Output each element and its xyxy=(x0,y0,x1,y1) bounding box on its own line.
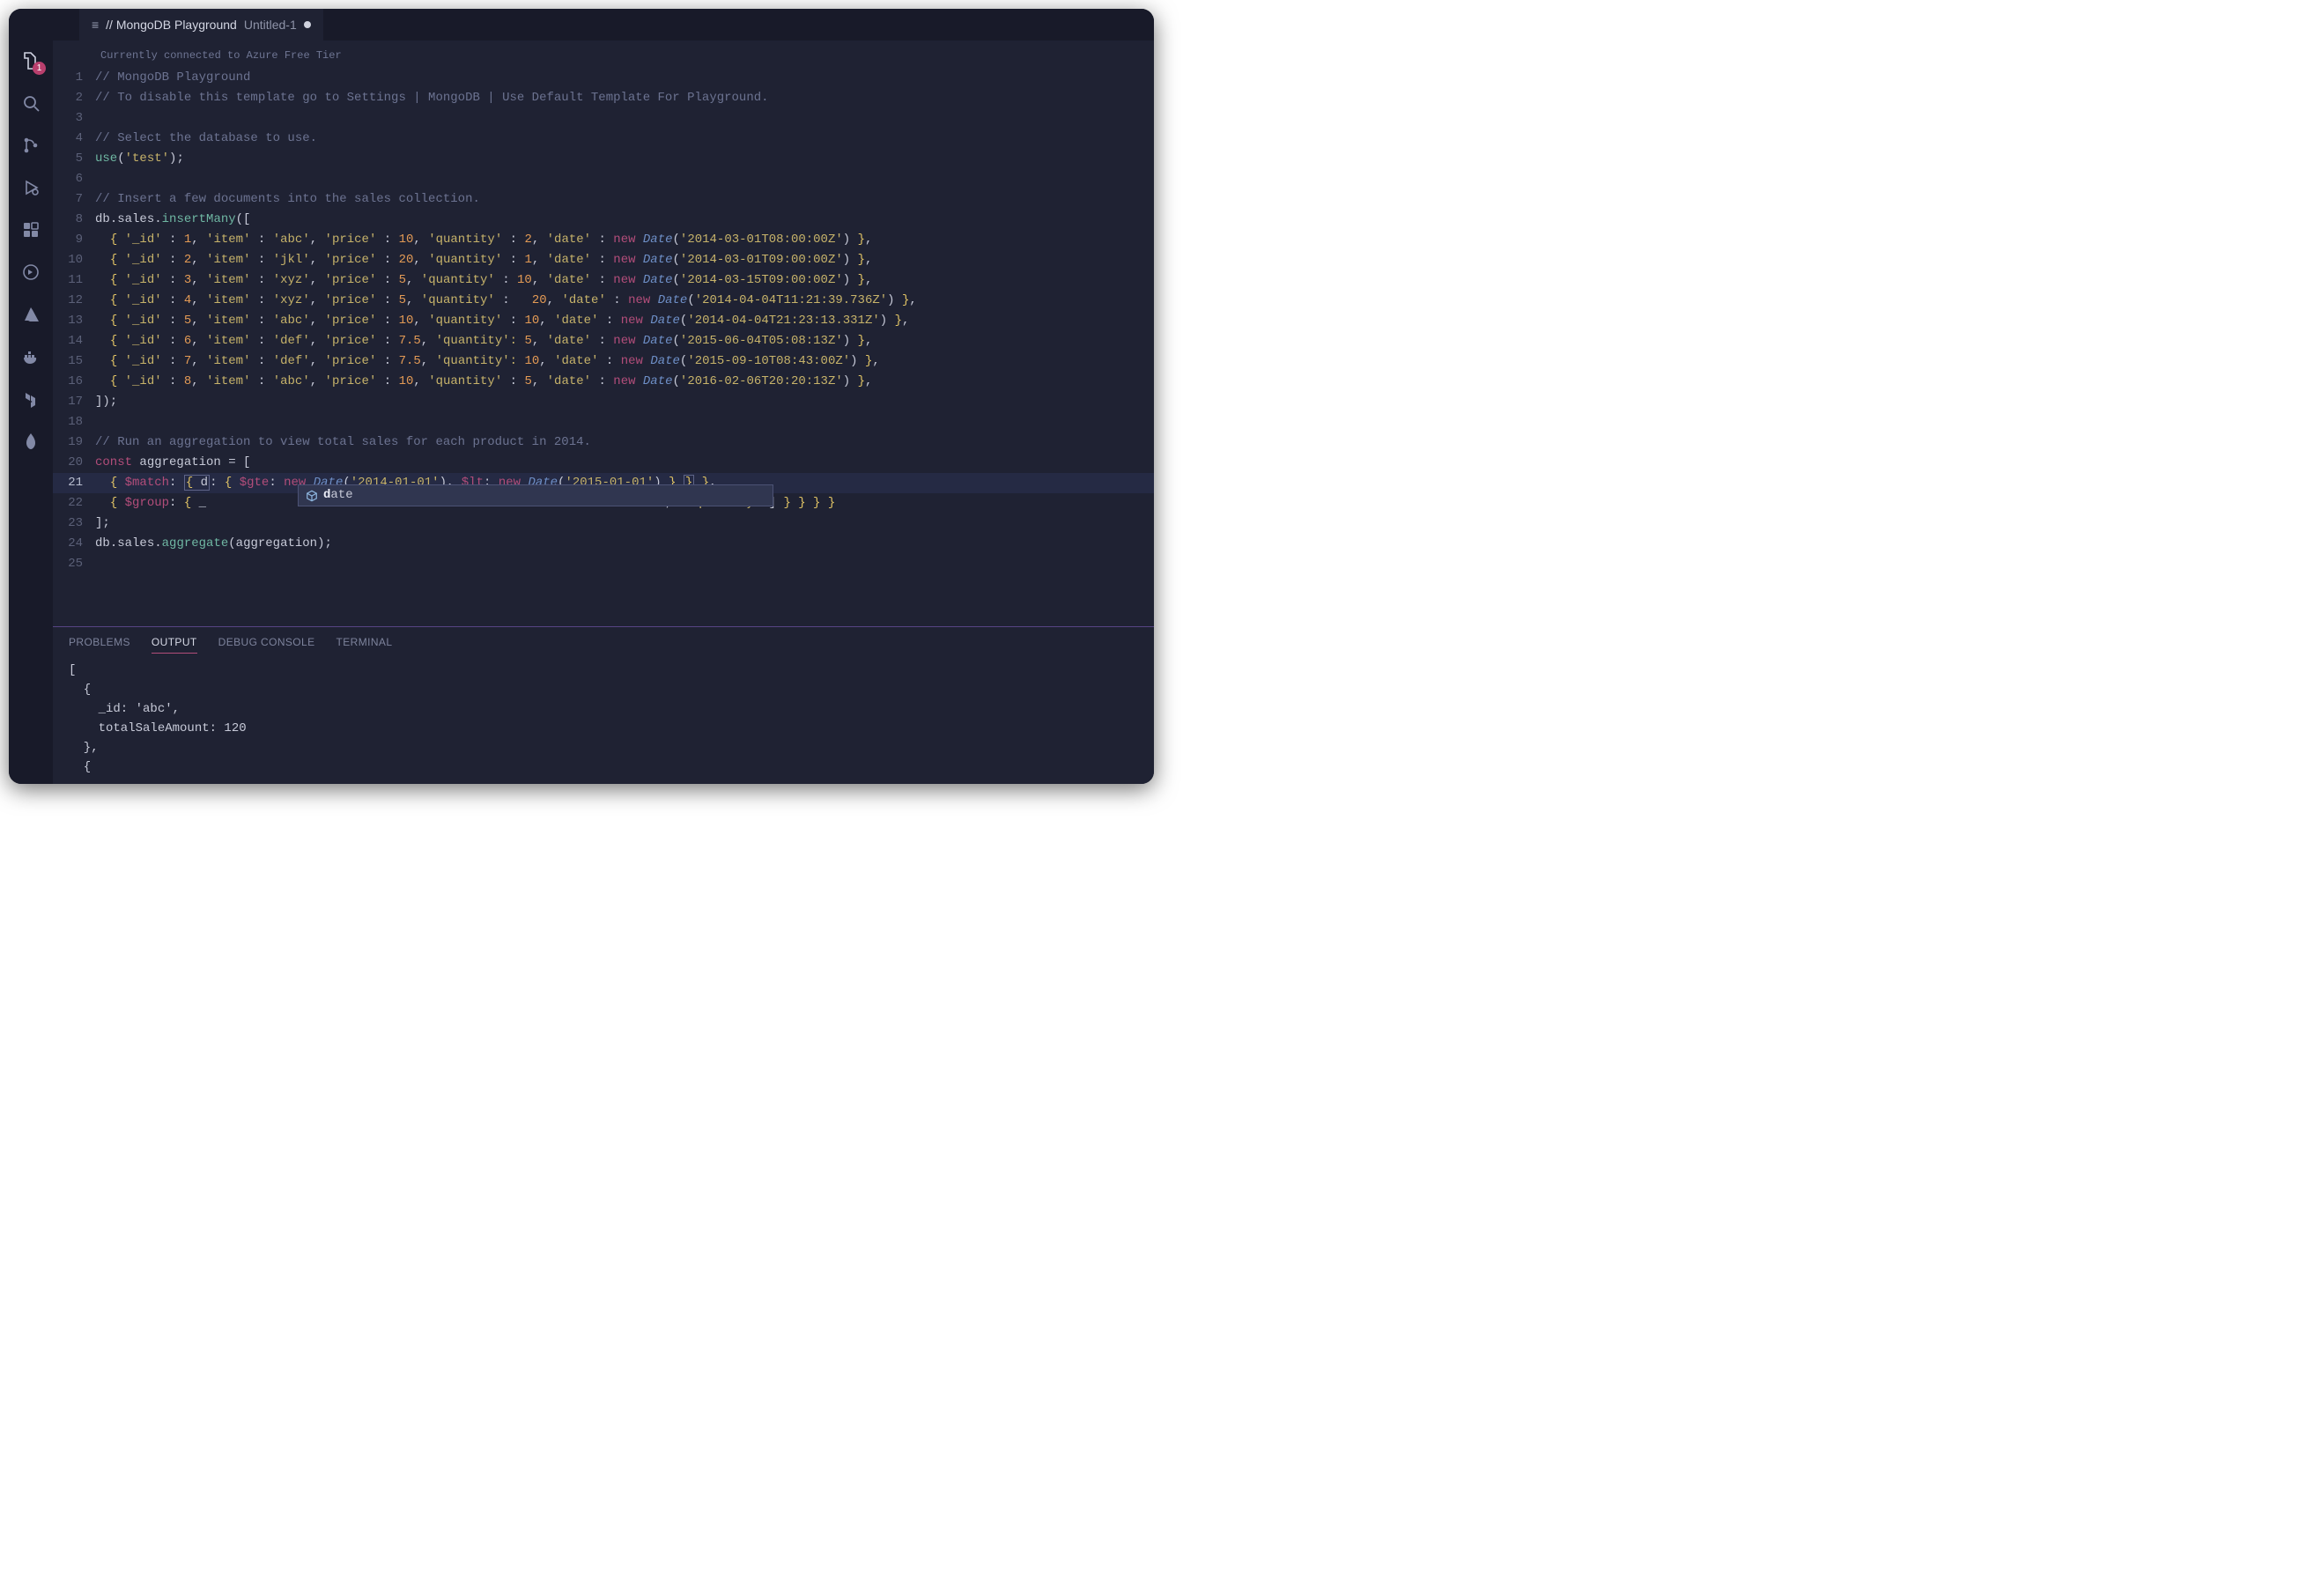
line-number: 13 xyxy=(53,311,95,331)
line-number: 9 xyxy=(53,230,95,250)
line-number: 25 xyxy=(53,554,95,574)
code-line[interactable]: 18 xyxy=(53,412,1154,432)
tab-debug-console[interactable]: DEBUG CONSOLE xyxy=(218,636,315,654)
code-line[interactable]: 23]; xyxy=(53,514,1154,534)
azure-icon[interactable] xyxy=(19,303,42,326)
code-line[interactable]: 10 { '_id' : 2, 'item' : 'jkl', 'price' … xyxy=(53,250,1154,270)
output-body[interactable]: [ { _id: 'abc', totalSaleAmount: 120 }, … xyxy=(53,659,1154,784)
line-number: 22 xyxy=(53,493,95,514)
code-line[interactable]: 4// Select the database to use. xyxy=(53,129,1154,149)
suggest-kind-icon xyxy=(306,490,318,502)
line-number: 15 xyxy=(53,351,95,372)
line-number: 18 xyxy=(53,412,95,432)
tab-bar: ≡ // MongoDB Playground Untitled-1 xyxy=(9,9,1154,41)
code-line[interactable]: 2// To disable this template go to Setti… xyxy=(53,88,1154,108)
line-number: 3 xyxy=(53,108,95,129)
code-line[interactable]: 7// Insert a few documents into the sale… xyxy=(53,189,1154,210)
line-number: 17 xyxy=(53,392,95,412)
line-number: 8 xyxy=(53,210,95,230)
docker-icon[interactable] xyxy=(19,345,42,368)
tab-subtitle: Untitled-1 xyxy=(244,18,297,32)
line-number: 6 xyxy=(53,169,95,189)
code-line[interactable]: 19// Run an aggregation to view total sa… xyxy=(53,432,1154,453)
panel-divider[interactable] xyxy=(53,626,1154,627)
source-control-icon[interactable] xyxy=(19,134,42,157)
code-line[interactable]: 9 { '_id' : 1, 'item' : 'abc', 'price' :… xyxy=(53,230,1154,250)
editor-tab[interactable]: ≡ // MongoDB Playground Untitled-1 xyxy=(79,9,323,41)
dirty-dot-icon xyxy=(304,21,311,28)
code-line[interactable]: 15 { '_id' : 7, 'item' : 'def', 'price' … xyxy=(53,351,1154,372)
line-number: 19 xyxy=(53,432,95,453)
code-line[interactable]: 12 { '_id' : 4, 'item' : 'xyz', 'price' … xyxy=(53,291,1154,311)
panel-tabs: PROBLEMS OUTPUT DEBUG CONSOLE TERMINAL xyxy=(53,627,1154,659)
line-number: 23 xyxy=(53,514,95,534)
tab-problems[interactable]: PROBLEMS xyxy=(69,636,130,654)
terraform-icon[interactable] xyxy=(19,388,42,410)
line-number: 7 xyxy=(53,189,95,210)
line-number: 24 xyxy=(53,534,95,554)
code-line[interactable]: 3 xyxy=(53,108,1154,129)
line-number: 14 xyxy=(53,331,95,351)
code-editor[interactable]: Currently connected to Azure Free Tier 1… xyxy=(53,41,1154,626)
line-number: 10 xyxy=(53,250,95,270)
code-line[interactable]: 14 { '_id' : 6, 'item' : 'def', 'price' … xyxy=(53,331,1154,351)
debug-run-icon[interactable] xyxy=(19,176,42,199)
files-icon[interactable]: 1 xyxy=(19,49,42,72)
line-number: 5 xyxy=(53,149,95,169)
suggest-label: date xyxy=(323,485,353,506)
code-line[interactable]: 25 xyxy=(53,554,1154,574)
remote-icon[interactable] xyxy=(19,261,42,284)
tab-terminal[interactable]: TERMINAL xyxy=(336,636,393,654)
code-line[interactable]: 6 xyxy=(53,169,1154,189)
code-line[interactable]: 16 { '_id' : 8, 'item' : 'abc', 'price' … xyxy=(53,372,1154,392)
codelens-status[interactable]: Currently connected to Azure Free Tier xyxy=(53,46,1154,66)
code-line[interactable]: 1// MongoDB Playground xyxy=(53,68,1154,88)
tab-icon: ≡ xyxy=(92,18,99,32)
search-icon[interactable] xyxy=(19,92,42,115)
tab-output[interactable]: OUTPUT xyxy=(152,636,197,654)
intellisense-popup[interactable]: date xyxy=(298,484,773,506)
line-number: 20 xyxy=(53,453,95,473)
code-line[interactable]: 5use('test'); xyxy=(53,149,1154,169)
activity-bar: 1 xyxy=(9,41,53,784)
line-number: 11 xyxy=(53,270,95,291)
tab-title: MongoDB Playground xyxy=(116,18,237,32)
line-number: 16 xyxy=(53,372,95,392)
line-number: 2 xyxy=(53,88,95,108)
code-line[interactable]: 11 { '_id' : 3, 'item' : 'xyz', 'price' … xyxy=(53,270,1154,291)
line-number: 12 xyxy=(53,291,95,311)
badge: 1 xyxy=(33,62,46,75)
mongodb-leaf-icon[interactable] xyxy=(19,430,42,453)
tab-prefix: // xyxy=(106,18,113,32)
code-line[interactable]: 8db.sales.insertMany([ xyxy=(53,210,1154,230)
code-line[interactable]: 20const aggregation = [ xyxy=(53,453,1154,473)
line-number: 4 xyxy=(53,129,95,149)
code-line[interactable]: 13 { '_id' : 5, 'item' : 'abc', 'price' … xyxy=(53,311,1154,331)
code-line[interactable]: 17]); xyxy=(53,392,1154,412)
line-number: 1 xyxy=(53,68,95,88)
code-line[interactable]: 24db.sales.aggregate(aggregation); xyxy=(53,534,1154,554)
line-number: 21 xyxy=(53,473,95,493)
extensions-icon[interactable] xyxy=(19,218,42,241)
